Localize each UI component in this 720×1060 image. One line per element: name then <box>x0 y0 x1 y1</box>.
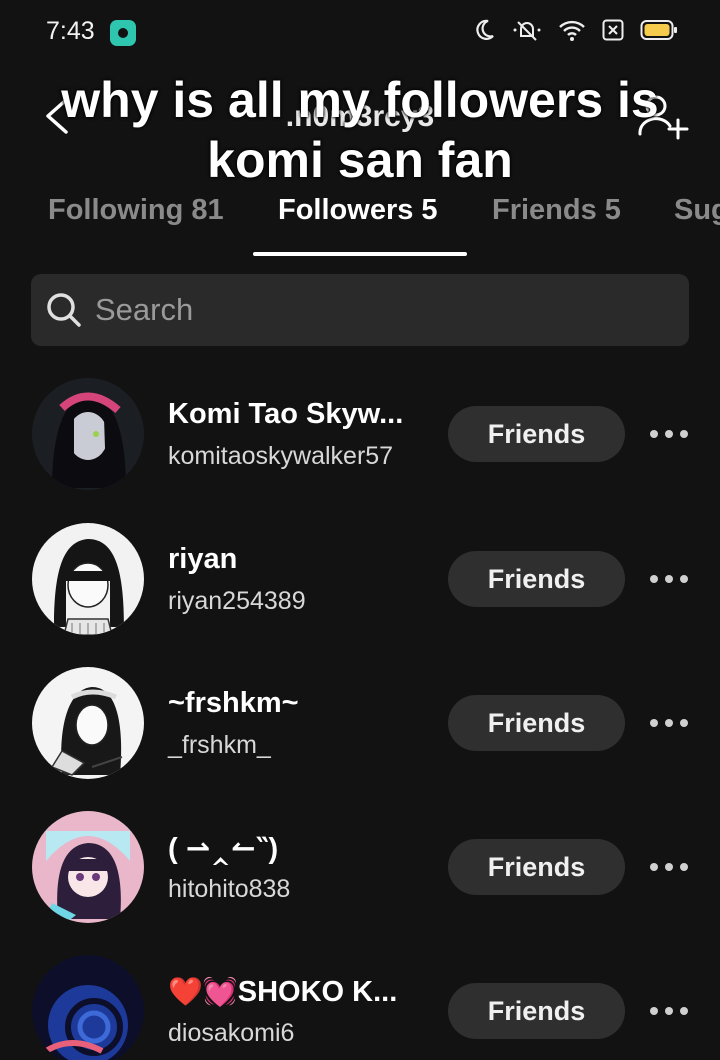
friends-button[interactable]: Friends <box>448 983 625 1039</box>
active-tab-indicator <box>253 252 467 256</box>
more-options-icon[interactable] <box>644 420 694 448</box>
tab-suggested[interactable]: Sug <box>674 194 720 227</box>
display-name: ( ⇀‸↼‶) <box>168 833 279 865</box>
app-notification-icon <box>110 20 136 46</box>
friends-button[interactable]: Friends <box>448 551 625 607</box>
search-icon <box>47 293 81 327</box>
username-handle: diosakomi6 <box>168 1019 295 1047</box>
close-box-icon <box>602 19 624 41</box>
avatar[interactable] <box>32 378 144 490</box>
username-handle: komitaoskywalker57 <box>168 442 394 470</box>
friends-button[interactable]: Friends <box>448 695 625 751</box>
avatar[interactable] <box>32 955 144 1060</box>
display-name: riyan <box>168 543 238 575</box>
moon-icon <box>476 19 494 40</box>
display-name-text: SHOKO K... <box>237 976 398 1008</box>
tab-following[interactable]: Following 81 <box>48 194 224 227</box>
mute-icon <box>513 21 541 41</box>
display-name: ~frshkm~ <box>168 687 299 719</box>
status-bar: 7:43 <box>0 0 720 64</box>
list-item[interactable]: Komi Tao Skyw... komitaoskywalker57 Frie… <box>0 362 720 506</box>
username-handle: _frshkm_ <box>168 731 271 759</box>
hearts-emoji: ❤️💓 <box>168 976 238 1007</box>
list-item[interactable]: ❤️💓SHOKO K... diosakomi6 Friends <box>0 939 720 1060</box>
list-item[interactable]: ( ⇀‸↼‶) hitohito838 Friends <box>0 795 720 939</box>
wifi-icon <box>559 20 585 41</box>
add-friend-icon[interactable] <box>634 92 690 142</box>
more-options-icon[interactable] <box>644 853 694 881</box>
more-options-icon[interactable] <box>644 709 694 737</box>
friends-button[interactable]: Friends <box>448 839 625 895</box>
battery-icon <box>640 20 677 40</box>
avatar[interactable] <box>32 667 144 779</box>
search-bar[interactable] <box>31 274 689 346</box>
status-time: 7:43 <box>46 17 95 45</box>
friends-button[interactable]: Friends <box>448 406 625 462</box>
list-item[interactable]: riyan riyan254389 Friends <box>0 507 720 651</box>
status-icons <box>474 18 678 42</box>
avatar[interactable] <box>32 811 144 923</box>
tab-bar: Following 81 Followers 5 Friends 5 Sug <box>0 186 720 256</box>
list-item[interactable]: ~frshkm~ _frshkm_ Friends <box>0 651 720 795</box>
display-name: Komi Tao Skyw... <box>168 398 404 430</box>
display-name: ❤️💓SHOKO K... <box>168 975 397 1009</box>
more-options-icon[interactable] <box>644 565 694 593</box>
avatar[interactable] <box>32 523 144 635</box>
username-handle: riyan254389 <box>168 587 306 615</box>
search-input[interactable] <box>95 274 655 346</box>
username-handle: hitohito838 <box>168 875 291 903</box>
tab-followers[interactable]: Followers 5 <box>278 194 438 227</box>
profile-username: .n0m3rcy3 <box>285 100 435 133</box>
more-options-icon[interactable] <box>644 997 694 1025</box>
tab-friends[interactable]: Friends 5 <box>492 194 621 227</box>
